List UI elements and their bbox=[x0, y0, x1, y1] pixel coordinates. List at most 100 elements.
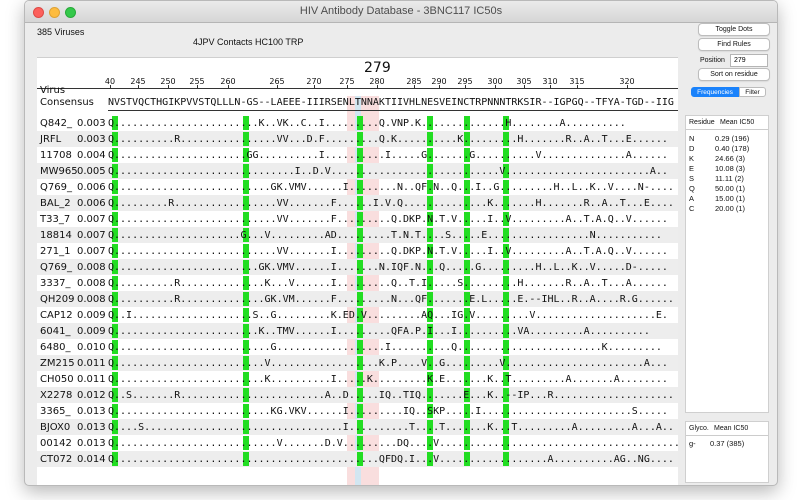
ic50-value: 0.012 bbox=[77, 390, 106, 401]
ic50-value: 0.006 bbox=[77, 198, 106, 209]
virus-name: 6480_ bbox=[40, 342, 71, 353]
virus-row[interactable]: Q769_ 0.006 Q..........................GK.… bbox=[37, 179, 678, 195]
residue-cell: K bbox=[689, 154, 695, 163]
consensus-label: Consensus bbox=[40, 97, 94, 108]
ic50-value: 0.004 bbox=[77, 150, 106, 161]
virus-name: JRFL bbox=[40, 134, 62, 145]
virus-row[interactable]: 18814 0.007 Q.....................G...V...… bbox=[37, 227, 678, 243]
virus-row[interactable]: 6480_ 0.010 Q..........................G..… bbox=[37, 339, 678, 355]
virus-sequence: Q..........................KG.VKV......I… bbox=[108, 406, 668, 417]
virus-name: CAP12 bbox=[40, 310, 73, 321]
virus-row[interactable]: X2278 0.012 Q..S.......R..................… bbox=[37, 387, 678, 403]
ic50-value: 0.013 bbox=[77, 406, 106, 417]
mean-ic50-column-header: Mean IC50 bbox=[720, 119, 755, 126]
virus-sequence: Q........................K..VK..C..I....… bbox=[108, 118, 626, 129]
ruler-tick-mark bbox=[577, 85, 578, 88]
ic50-value: 0.003 bbox=[77, 134, 106, 145]
app-window: HIV Antibody Database - 3BNC117 IC50s 38… bbox=[24, 0, 778, 486]
residue-cell: S bbox=[689, 174, 695, 183]
frequency-row[interactable]: K 24.66 (3) bbox=[686, 154, 768, 164]
residue-cell: A bbox=[689, 194, 695, 203]
find-rules-button[interactable]: Find Rules bbox=[698, 38, 770, 51]
virus-sequence: Q.......................................… bbox=[108, 454, 674, 465]
virus-row[interactable]: CT072 0.014 Q.............................… bbox=[37, 451, 678, 467]
ruler-tick-mark bbox=[414, 85, 415, 88]
panel-tabs: Frequencies Filter bbox=[691, 87, 777, 98]
virus-count: 385 Viruses bbox=[37, 27, 85, 37]
glyco-column-header: Glyco. bbox=[689, 425, 709, 432]
consensus-divider bbox=[108, 110, 678, 111]
virus-row[interactable]: 3365_ 0.013 Q..........................KG.… bbox=[37, 403, 678, 419]
virus-sequence: Q...........................VV.......F..… bbox=[108, 214, 668, 225]
virus-row[interactable]: 6041_ 0.009 Q........................K..TM… bbox=[37, 323, 678, 339]
virus-name: 271_1 bbox=[40, 246, 71, 257]
contacts-label: 4JPV Contacts HC100 TRP bbox=[193, 37, 304, 47]
virus-sequence: Q.........................V.............… bbox=[108, 358, 668, 369]
frequency-row[interactable]: S 11.11 (2) bbox=[686, 174, 768, 184]
position-field[interactable]: 279 bbox=[730, 54, 768, 67]
ruler-tick-mark bbox=[627, 85, 628, 88]
virus-name: BAL_2 bbox=[40, 198, 71, 209]
ruler-tick-mark bbox=[138, 85, 139, 88]
virus-row[interactable]: 3337_ 0.008 Q..........R..............K...… bbox=[37, 275, 678, 291]
virus-row[interactable]: BJOX0 0.013 Q....S........................… bbox=[37, 419, 678, 435]
virus-sequence: Q...........................VV.......I..… bbox=[108, 246, 668, 257]
ic50-value: 0.011 bbox=[77, 374, 106, 385]
virus-sequence: Q..........................GK.VMV......I… bbox=[108, 182, 674, 193]
virus-row[interactable]: T33_7 0.007 Q...........................VV… bbox=[37, 211, 678, 227]
virus-sequence: Q..............................I..D.V...… bbox=[108, 166, 668, 177]
mean-ic50-cell: 10.08 (3) bbox=[715, 164, 746, 173]
sequence-alignment-panel[interactable]: 279 40 245 250 255 260 265 270 275 280 285 290 295 3… bbox=[37, 57, 678, 485]
table-divider bbox=[686, 435, 768, 436]
virus-row[interactable]: Q842_ 0.003 Q........................K..VK… bbox=[37, 115, 678, 131]
residue-cell: N bbox=[689, 134, 695, 143]
virus-sequence: Q........................GK.VMV......I..… bbox=[108, 262, 668, 273]
ruler-tick-mark bbox=[439, 85, 440, 88]
virus-row[interactable]: BAL_2 0.006 Q.........R.................VV… bbox=[37, 195, 678, 211]
window-title: HIV Antibody Database - 3BNC117 IC50s bbox=[299, 5, 503, 17]
virus-name: QH209 bbox=[40, 294, 75, 305]
frequency-row[interactable]: Q 50.00 (1) bbox=[686, 184, 768, 194]
virus-row[interactable]: MW965 0.005 Q.............................… bbox=[37, 163, 678, 179]
frequency-table: Residue Mean IC50 N 0.29 (196) D 0.40 (178)… bbox=[685, 115, 769, 413]
virus-sequence: Q...........................V.......D.V.… bbox=[108, 438, 678, 449]
virus-row[interactable]: CH050 0.011 Q.........................K...… bbox=[37, 371, 678, 387]
frequency-row[interactable]: N 0.29 (196) bbox=[686, 134, 768, 144]
virus-row[interactable]: 271_1 0.007 Q...........................VV… bbox=[37, 243, 678, 259]
tab-frequencies[interactable]: Frequencies bbox=[691, 87, 739, 97]
virus-row[interactable]: 00142 0.013 Q...........................V.… bbox=[37, 435, 678, 451]
table-divider bbox=[686, 129, 768, 130]
ruler-tick-mark bbox=[524, 85, 525, 88]
virus-row[interactable]: Q769_ 0.008 Q........................GK.VM… bbox=[37, 259, 678, 275]
ic50-value: 0.006 bbox=[77, 182, 106, 193]
frequency-row[interactable]: C 20.00 (1) bbox=[686, 204, 768, 214]
glyco-row[interactable]: g- 0.37 (385) bbox=[686, 439, 768, 449]
virus-row[interactable]: CAP12 0.009 Q..I....................S..G..… bbox=[37, 307, 678, 323]
ruler-tick-mark bbox=[277, 85, 278, 88]
virus-name: 11708 bbox=[40, 150, 72, 161]
ruler-tick-mark bbox=[495, 85, 496, 88]
virus-name: CT072 bbox=[40, 454, 73, 465]
ic50-value: 0.008 bbox=[77, 294, 106, 305]
virus-row[interactable]: ZM215 0.011 Q.........................V...… bbox=[37, 355, 678, 371]
ruler-tick-mark bbox=[314, 85, 315, 88]
virus-name: BJOX0 bbox=[40, 422, 71, 433]
frequency-row[interactable]: A 15.00 (1) bbox=[686, 194, 768, 204]
virus-row[interactable]: JRFL 0.003 Q..........R................VV.… bbox=[37, 131, 678, 147]
virus-name: ZM215 bbox=[40, 358, 75, 369]
tab-filter[interactable]: Filter bbox=[739, 87, 766, 97]
frequency-row[interactable]: E 10.08 (3) bbox=[686, 164, 768, 174]
residue-cell: Q bbox=[689, 184, 695, 193]
virus-row[interactable]: QH209 0.008 Q..........R..............GK.V… bbox=[37, 291, 678, 307]
virus-column-header: Virus bbox=[40, 85, 66, 96]
residue-cell: C bbox=[689, 204, 695, 213]
mean-ic50-cell: 15.00 (1) bbox=[715, 194, 746, 203]
virus-name: 3337_ bbox=[40, 278, 71, 289]
virus-row[interactable]: 11708 0.004 Q......................GG.....… bbox=[37, 147, 678, 163]
ruler-tick-mark bbox=[347, 85, 348, 88]
frequency-row[interactable]: D 0.40 (178) bbox=[686, 144, 768, 154]
toggle-dots-button[interactable]: Toggle Dots bbox=[698, 23, 770, 36]
ruler-tick-mark bbox=[168, 85, 169, 88]
mean-ic50-cell: 24.66 (3) bbox=[715, 154, 746, 163]
sort-on-residue-button[interactable]: Sort on residue bbox=[698, 68, 770, 81]
